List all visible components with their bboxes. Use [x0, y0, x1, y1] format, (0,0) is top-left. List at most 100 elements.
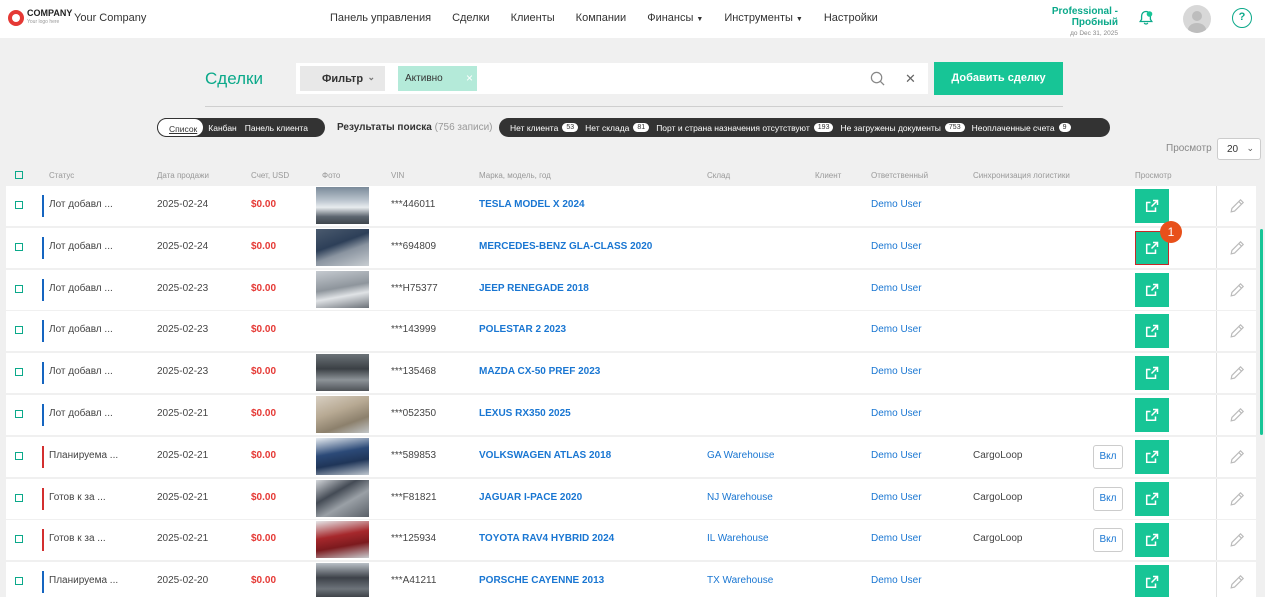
vehicle-photo[interactable] — [316, 354, 369, 392]
table-row[interactable]: Планируема ... 2025-02-20 $0.00 ***A41211 PO… — [6, 562, 1256, 597]
clear-search-icon[interactable]: ✕ — [905, 71, 916, 87]
help-icon[interactable]: ? — [1232, 8, 1252, 28]
row-checkbox[interactable] — [15, 284, 23, 293]
nav-item[interactable]: Сделки — [452, 12, 490, 24]
col-date[interactable]: Дата продажи — [157, 171, 209, 180]
edit-deal-button[interactable] — [1216, 186, 1256, 226]
row-checkbox[interactable] — [15, 451, 23, 460]
add-deal-button[interactable]: Добавить сделку — [934, 62, 1063, 95]
table-row[interactable]: Планируема ... 2025-02-21 $0.00 ***589853 VO… — [6, 436, 1256, 477]
view-deal-button[interactable] — [1135, 356, 1169, 391]
edit-deal-button[interactable] — [1216, 311, 1256, 352]
vehicle-photo[interactable] — [316, 521, 369, 559]
edit-deal-button[interactable] — [1216, 227, 1256, 268]
vehicle-photo[interactable] — [316, 395, 369, 433]
col-model[interactable]: Марка, модель, год — [479, 171, 551, 180]
responsible-link[interactable]: Demo User — [871, 450, 922, 461]
vehicle-model-link[interactable]: MAZDA CX-50 PREF 2023 — [479, 366, 600, 377]
view-deal-button[interactable] — [1135, 314, 1169, 349]
row-checkbox[interactable] — [15, 493, 23, 502]
view-client-panel-tab[interactable]: Панель клиента — [241, 118, 312, 137]
edit-deal-button[interactable] — [1216, 520, 1256, 561]
filter-dropdown[interactable]: Фильтр ⌄ — [300, 66, 385, 91]
vehicle-model-link[interactable]: MERCEDES-BENZ GLA-CLASS 2020 — [479, 241, 652, 252]
row-checkbox[interactable] — [15, 409, 23, 418]
remove-tag-icon[interactable]: × — [466, 71, 473, 85]
warehouse-link[interactable]: TX Warehouse — [707, 575, 773, 586]
edit-deal-button[interactable] — [1216, 562, 1256, 597]
table-row[interactable]: Лот добавл ... 2025-02-24 $0.00 ***446011 TE… — [6, 186, 1256, 226]
table-row[interactable]: Лот добавл ... 2025-02-23 $0.00 ***135468 MA… — [6, 353, 1256, 394]
table-row[interactable]: Готов к за ... 2025-02-21 $0.00 ***F81821 JA… — [6, 478, 1256, 519]
edit-deal-button[interactable] — [1216, 353, 1256, 394]
table-row[interactable]: Лот добавл ... 2025-02-24 $0.00 ***694809 ME… — [6, 227, 1256, 268]
select-all-checkbox[interactable] — [15, 171, 23, 179]
filter-chip[interactable]: Нет склада 81 — [585, 123, 650, 133]
col-vin[interactable]: VIN — [391, 171, 404, 180]
vehicle-model-link[interactable]: TOYOTA RAV4 HYBRID 2024 — [479, 533, 614, 544]
company-name[interactable]: Your Company — [74, 12, 146, 24]
vehicle-photo[interactable] — [316, 187, 369, 224]
sync-enable-button[interactable]: Вкл — [1093, 528, 1123, 553]
responsible-link[interactable]: Demo User — [871, 408, 922, 419]
company-logo[interactable]: COMPANY Your logo here — [8, 9, 72, 27]
table-row[interactable]: Лот добавл ... 2025-02-21 $0.00 ***052350 LE… — [6, 394, 1256, 435]
vehicle-photo[interactable] — [316, 563, 369, 597]
responsible-link[interactable]: Demo User — [871, 575, 922, 586]
responsible-link[interactable]: Demo User — [871, 533, 922, 544]
filter-chip[interactable]: Не загружены документы 753 — [840, 123, 965, 133]
row-checkbox[interactable] — [15, 577, 23, 586]
sync-enable-button[interactable]: Вкл — [1093, 444, 1123, 469]
row-checkbox[interactable] — [15, 242, 23, 251]
view-kanban-tab[interactable]: Канбан — [204, 118, 240, 137]
vehicle-model-link[interactable]: JAGUAR I-PACE 2020 — [479, 492, 582, 503]
sync-enable-button[interactable]: Вкл — [1093, 486, 1123, 511]
nav-item[interactable]: Настройки — [824, 12, 878, 24]
nav-item[interactable]: Финансы ▼ — [647, 12, 703, 24]
view-deal-button[interactable] — [1135, 189, 1169, 223]
responsible-link[interactable]: Demo User — [871, 283, 922, 294]
vehicle-photo[interactable] — [316, 228, 369, 266]
user-avatar[interactable] — [1183, 5, 1211, 33]
view-deal-button[interactable] — [1135, 523, 1169, 558]
col-responsible[interactable]: Ответственный — [871, 171, 928, 180]
warehouse-link[interactable]: IL Warehouse — [707, 533, 769, 544]
vehicle-model-link[interactable]: JEEP RENEGADE 2018 — [479, 283, 589, 294]
per-page-select[interactable]: 20 ⌄ — [1217, 138, 1261, 160]
vehicle-model-link[interactable]: VOLKSWAGEN ATLAS 2018 — [479, 450, 611, 461]
warehouse-link[interactable]: GA Warehouse — [707, 450, 774, 461]
vehicle-model-link[interactable]: TESLA MODEL X 2024 — [479, 199, 585, 210]
view-deal-button[interactable] — [1135, 397, 1169, 432]
edit-deal-button[interactable] — [1216, 436, 1256, 477]
responsible-link[interactable]: Demo User — [871, 324, 922, 335]
plan-info[interactable]: Professional - Пробный до Dec 31, 2025 — [1008, 6, 1118, 37]
col-client[interactable]: Клиент — [815, 171, 841, 180]
row-checkbox[interactable] — [15, 326, 23, 335]
filter-chip[interactable]: Нет клиента 53 — [510, 123, 579, 133]
search-icon[interactable] — [870, 71, 885, 86]
filter-chip[interactable]: Неоплаченные счета 9 — [972, 123, 1071, 133]
row-checkbox[interactable] — [15, 201, 23, 209]
view-deal-button[interactable] — [1135, 481, 1169, 516]
nav-item[interactable]: Панель управления — [330, 12, 431, 24]
row-checkbox[interactable] — [15, 368, 23, 377]
table-row[interactable]: Лот добавл ... 2025-02-23 $0.00 ***143999 PO… — [6, 311, 1256, 352]
vehicle-model-link[interactable]: LEXUS RX350 2025 — [479, 408, 571, 419]
vehicle-photo[interactable] — [316, 437, 369, 475]
edit-deal-button[interactable] — [1216, 478, 1256, 519]
nav-item[interactable]: Инструменты ▼ — [724, 12, 803, 24]
warehouse-link[interactable]: NJ Warehouse — [707, 492, 773, 503]
view-deal-button[interactable] — [1135, 565, 1169, 597]
responsible-link[interactable]: Demo User — [871, 241, 922, 252]
view-deal-button[interactable] — [1135, 439, 1169, 474]
table-row[interactable]: Готов к за ... 2025-02-21 $0.00 ***125934 TO… — [6, 520, 1256, 561]
filter-chip[interactable]: Порт и страна назначения отсутствуют 193 — [656, 123, 834, 133]
notification-bell-icon[interactable] — [1138, 10, 1154, 26]
scrollbar[interactable] — [1260, 229, 1263, 435]
row-checkbox[interactable] — [15, 535, 23, 544]
col-status[interactable]: Статус — [49, 171, 74, 180]
edit-deal-button[interactable] — [1216, 394, 1256, 435]
vehicle-model-link[interactable]: PORSCHE CAYENNE 2013 — [479, 575, 604, 586]
col-invoice[interactable]: Счет, USD — [251, 171, 289, 180]
responsible-link[interactable]: Demo User — [871, 492, 922, 503]
